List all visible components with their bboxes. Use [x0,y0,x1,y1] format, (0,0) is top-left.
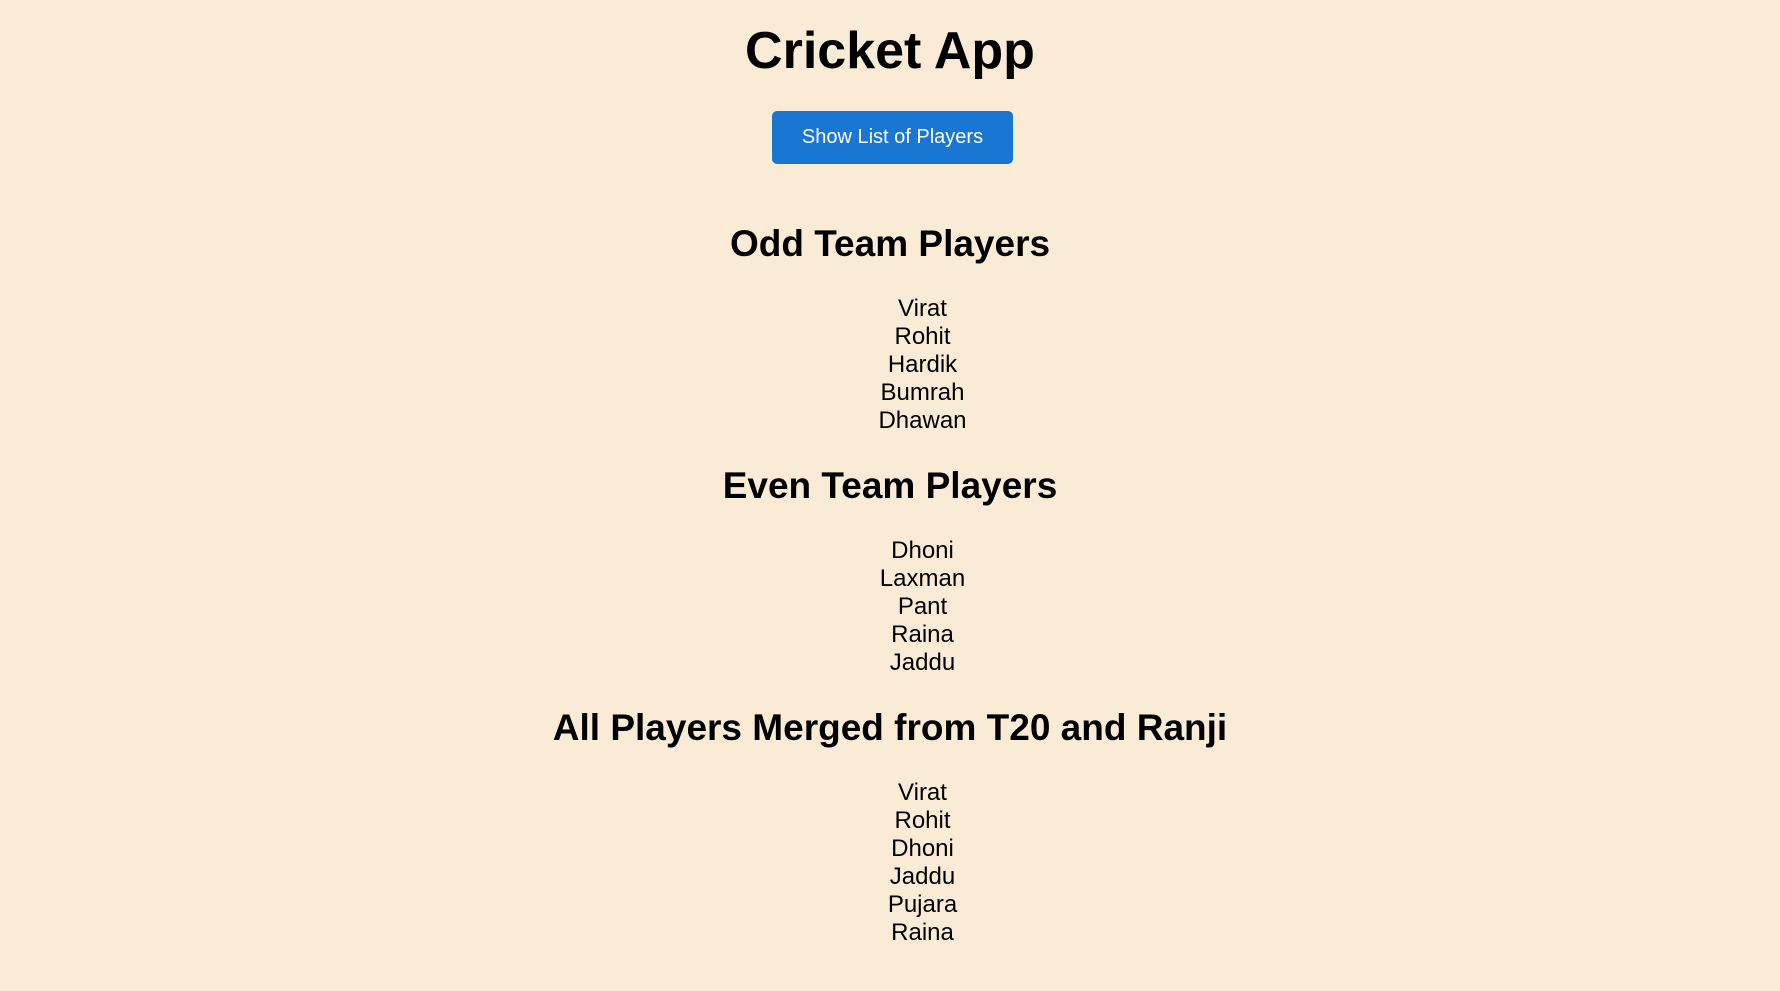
list-item: Raina [891,919,954,946]
list-item: Dhoni [891,835,954,862]
list-item: Hardik [887,351,958,378]
odd-team-heading: Odd Team Players [729,223,1051,264]
list-item: Dhawan [878,407,967,434]
cricket-app-page: Cricket App Show List of Players Odd Tea… [0,0,1780,991]
show-players-button[interactable]: Show List of Players [772,111,1013,164]
merged-players-heading: All Players Merged from T20 and Ranji [552,707,1228,748]
list-item: Virat [898,779,947,806]
list-item: Pant [897,593,948,620]
list-item: Raina [891,621,954,648]
list-item: Virat [898,295,947,322]
even-team-heading: Even Team Players [722,465,1058,506]
list-item: Laxman [879,565,966,592]
merged-players-list: Virat Rohit Dhoni Jaddu Pujara Raina [0,779,1780,947]
list-item: Jaddu [889,863,956,890]
list-item: Jaddu [889,649,956,676]
list-item: Rohit [894,807,951,834]
list-item: Bumrah [880,379,965,406]
list-item: Pujara [887,891,958,918]
odd-team-list: Virat Rohit Hardik Bumrah Dhawan [0,295,1780,435]
page-title: Cricket App [745,22,1035,80]
even-team-list: Dhoni Laxman Pant Raina Jaddu [0,537,1780,677]
list-item: Rohit [894,323,951,350]
list-item: Dhoni [891,537,954,564]
